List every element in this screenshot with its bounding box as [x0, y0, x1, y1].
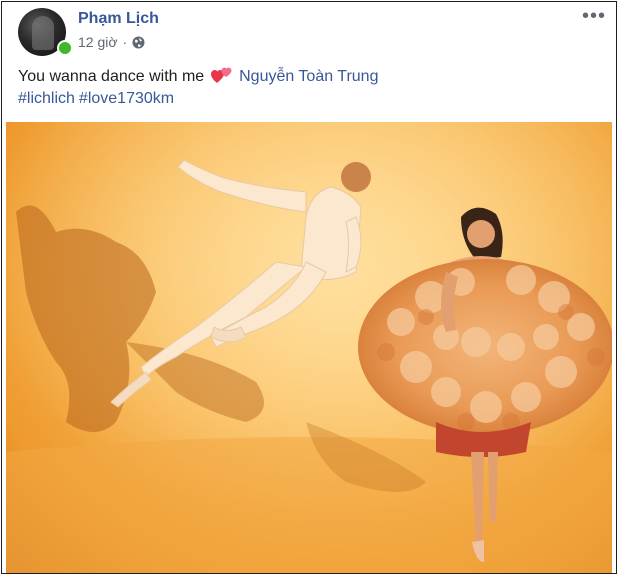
meta-separator: · — [122, 34, 128, 50]
author-name[interactable]: Phạm Lịch — [78, 10, 159, 28]
mention-link[interactable]: Nguyễn Toàn Trung — [239, 68, 378, 85]
photo-illustration — [6, 122, 612, 573]
caption-text: You wanna dance with me — [18, 68, 205, 85]
online-status-indicator — [57, 40, 73, 56]
hashtag-link[interactable]: #lichlich — [18, 90, 75, 107]
post-caption: You wanna dance with me Nguyễn Toàn Trun… — [18, 66, 598, 110]
post-timestamp[interactable]: 12 giờ — [78, 34, 118, 50]
post-header: Phạm Lịch 12 giờ · ••• — [2, 2, 616, 62]
hashtag-link[interactable]: #love1730km — [79, 90, 174, 107]
post-meta: 12 giờ · — [78, 34, 145, 50]
two-hearts-icon — [210, 66, 233, 84]
facebook-post: Phạm Lịch 12 giờ · ••• You wanna dance w… — [1, 1, 617, 574]
more-options-icon[interactable]: ••• — [582, 6, 606, 26]
post-photo[interactable] — [6, 122, 612, 573]
globe-icon[interactable] — [132, 36, 145, 49]
avatar-figure — [32, 16, 54, 50]
